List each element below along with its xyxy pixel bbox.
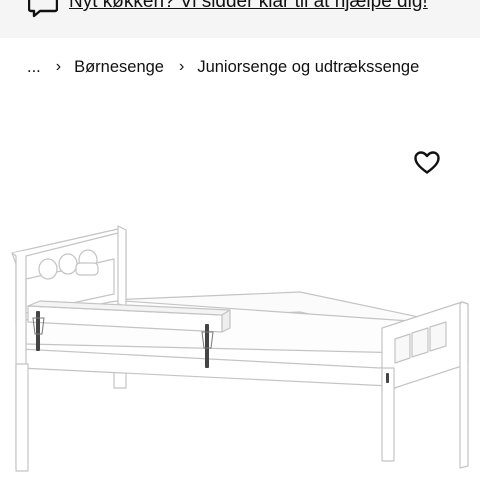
favorite-button[interactable] (412, 148, 442, 178)
promo-banner: Nyt køkken? Vi sidder klar til at hjælpe… (0, 0, 480, 38)
product-image[interactable] (0, 96, 480, 480)
chat-bubble-icon (28, 0, 58, 18)
banner-link[interactable]: Nyt køkken? Vi sidder klar til at hjælpe… (69, 0, 428, 13)
breadcrumb-item-boernesenge[interactable]: Børnesenge (74, 58, 164, 77)
breadcrumb-ellipsis[interactable]: ... (27, 58, 41, 77)
breadcrumb: ... › Børnesenge › Juniorsenge og udtræk… (27, 55, 419, 79)
breadcrumb-separator: › (55, 58, 62, 75)
breadcrumb-separator: › (178, 58, 185, 75)
breadcrumb-item-juniorsenge[interactable]: Juniorsenge og udtrækssenge (197, 58, 419, 77)
heart-icon (414, 151, 440, 174)
